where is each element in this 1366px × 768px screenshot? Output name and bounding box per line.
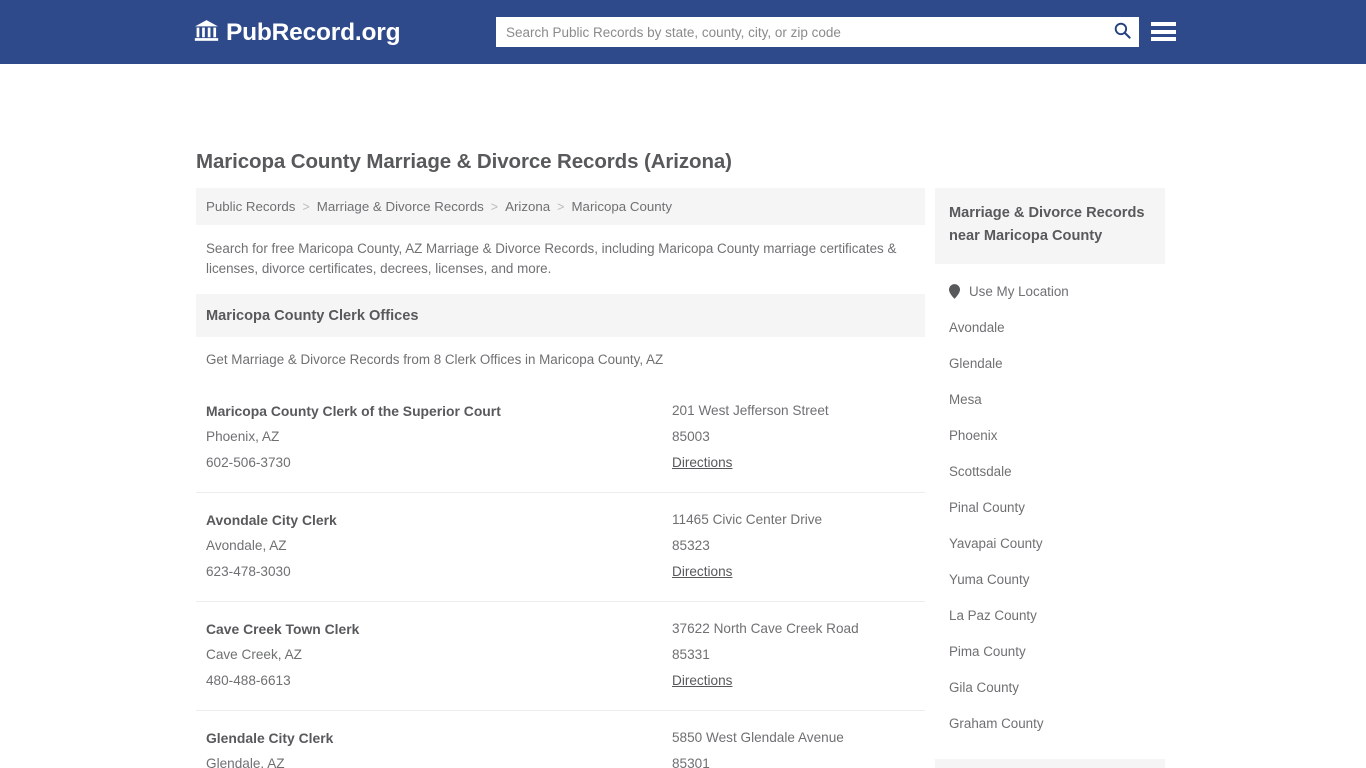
section-subtitle: Get Marriage & Divorce Records from 8 Cl…	[206, 352, 664, 367]
sidebar-item-la-paz-county[interactable]: La Paz County	[935, 597, 1165, 633]
sidebar-item-label: Graham County	[949, 715, 1044, 731]
breadcrumb-separator: >	[557, 199, 565, 214]
hamburger-menu-icon	[1151, 29, 1176, 34]
sidebar-item-pinal-county[interactable]: Pinal County	[935, 489, 1165, 525]
directions-link[interactable]: Directions	[672, 559, 732, 585]
office-phone: 623-478-3030	[206, 564, 291, 579]
sidebar-public-records-header: Maricopa County Public Records	[935, 759, 1165, 768]
sidebar-item-gila-county[interactable]: Gila County	[935, 669, 1165, 705]
listing-address: 11465 Civic Center Drive 85323 Direction…	[672, 507, 915, 585]
table-row: Avondale City Clerk Avondale, AZ 623-478…	[196, 492, 925, 601]
office-zip: 85323	[672, 538, 710, 553]
office-street: 5850 West Glendale Avenue	[672, 730, 844, 745]
section-header-clerk-offices: Maricopa County Clerk Offices	[196, 294, 925, 337]
breadcrumb-item-public-records[interactable]: Public Records	[206, 199, 295, 214]
office-street: 11465 Civic Center Drive	[672, 512, 823, 527]
office-street: 37622 North Cave Creek Road	[672, 621, 859, 636]
bank-building-icon	[194, 18, 219, 48]
search-bar	[496, 17, 1139, 47]
breadcrumb-item-marriage-divorce-records[interactable]: Marriage & Divorce Records	[317, 199, 484, 214]
listing-address: 5850 West Glendale Avenue 85301 Directio…	[672, 725, 915, 768]
table-row: Maricopa County Clerk of the Superior Co…	[196, 384, 925, 492]
section-title: Maricopa County Clerk Offices	[206, 307, 419, 324]
breadcrumb: Public Records > Marriage & Divorce Reco…	[196, 188, 925, 225]
table-row: Cave Creek Town Clerk Cave Creek, AZ 480…	[196, 601, 925, 710]
listing-details: Maricopa County Clerk of the Superior Co…	[206, 398, 672, 476]
listing-details: Cave Creek Town Clerk Cave Creek, AZ 480…	[206, 616, 672, 694]
office-city-state: Glendale, AZ	[206, 756, 285, 768]
table-row: Glendale City Clerk Glendale, AZ 623-930…	[196, 710, 925, 768]
office-city-state: Phoenix, AZ	[206, 429, 280, 444]
sidebar-item-label: Pinal County	[949, 499, 1025, 515]
page-title: Maricopa County Marriage & Divorce Recor…	[196, 150, 732, 173]
sidebar-nearby-header: Marriage & Divorce Records near Maricopa…	[935, 188, 1165, 264]
sidebar-nearby-list: Use My Location Avondale Glendale Mesa P…	[935, 273, 1165, 741]
sidebar-item-phoenix[interactable]: Phoenix	[935, 417, 1165, 453]
office-phone: 480-488-6613	[206, 673, 291, 688]
sidebar-item-label: Gila County	[949, 679, 1019, 695]
main-content: Public Records > Marriage & Divorce Reco…	[196, 188, 925, 768]
sidebar: Marriage & Divorce Records near Maricopa…	[935, 188, 1165, 768]
office-zip: 85003	[672, 429, 710, 444]
map-pin-icon	[949, 283, 960, 299]
listing-details: Avondale City Clerk Avondale, AZ 623-478…	[206, 507, 672, 585]
sidebar-item-use-my-location[interactable]: Use My Location	[935, 273, 1165, 309]
listing-details: Glendale City Clerk Glendale, AZ 623-930…	[206, 725, 672, 768]
listing-address: 37622 North Cave Creek Road 85331 Direct…	[672, 616, 915, 694]
sidebar-item-label: Yuma County	[949, 571, 1030, 587]
sidebar-item-label: Yavapai County	[949, 535, 1043, 551]
office-name: Maricopa County Clerk of the Superior Co…	[206, 403, 501, 419]
hamburger-menu-icon	[1151, 22, 1176, 26]
search-icon	[1113, 21, 1132, 43]
directions-link[interactable]: Directions	[672, 668, 732, 694]
breadcrumb-separator: >	[302, 199, 310, 214]
sidebar-item-pima-county[interactable]: Pima County	[935, 633, 1165, 669]
hamburger-menu-icon	[1151, 37, 1176, 41]
office-city-state: Cave Creek, AZ	[206, 647, 302, 662]
hamburger-menu-button[interactable]	[1151, 19, 1176, 44]
sidebar-item-avondale[interactable]: Avondale	[935, 309, 1165, 345]
sidebar-item-yuma-county[interactable]: Yuma County	[935, 561, 1165, 597]
listing-address: 201 West Jefferson Street 85003 Directio…	[672, 398, 915, 476]
sidebar-item-label: Scottsdale	[949, 463, 1012, 479]
office-name: Cave Creek Town Clerk	[206, 621, 360, 637]
directions-link[interactable]: Directions	[672, 450, 732, 476]
office-name: Glendale City Clerk	[206, 730, 334, 746]
sidebar-item-label: Mesa	[949, 391, 982, 407]
breadcrumb-separator: >	[490, 199, 499, 214]
sidebar-item-mesa[interactable]: Mesa	[935, 381, 1165, 417]
sidebar-item-graham-county[interactable]: Graham County	[935, 705, 1165, 741]
site-header: PubRecord.org	[0, 0, 1366, 64]
site-logo[interactable]: PubRecord.org	[194, 18, 401, 48]
sidebar-item-glendale[interactable]: Glendale	[935, 345, 1165, 381]
clerk-office-list: Maricopa County Clerk of the Superior Co…	[196, 384, 925, 768]
sidebar-item-label: Pima County	[949, 643, 1026, 659]
page-description: Search for free Maricopa County, AZ Marr…	[206, 241, 897, 276]
search-button[interactable]	[1105, 18, 1139, 46]
sidebar-item-label: Glendale	[949, 355, 1003, 371]
sidebar-nearby-title: Marriage & Divorce Records near Maricopa…	[949, 205, 1145, 244]
office-zip: 85331	[672, 647, 710, 662]
site-logo-text: PubRecord.org	[226, 18, 401, 46]
sidebar-item-label: Phoenix	[949, 427, 998, 443]
sidebar-item-yavapai-county[interactable]: Yavapai County	[935, 525, 1165, 561]
office-zip: 85301	[672, 756, 710, 768]
sidebar-item-label: Use My Location	[969, 283, 1069, 299]
sidebar-item-scottsdale[interactable]: Scottsdale	[935, 453, 1165, 489]
office-street: 201 West Jefferson Street	[672, 403, 829, 418]
sidebar-item-label: Avondale	[949, 319, 1005, 335]
office-phone: 602-506-3730	[206, 455, 291, 470]
breadcrumb-item-arizona[interactable]: Arizona	[505, 199, 550, 214]
breadcrumb-item-maricopa-county: Maricopa County	[571, 199, 672, 214]
search-input[interactable]	[496, 18, 1105, 46]
office-name: Avondale City Clerk	[206, 512, 337, 528]
sidebar-item-label: La Paz County	[949, 607, 1037, 623]
office-city-state: Avondale, AZ	[206, 538, 287, 553]
